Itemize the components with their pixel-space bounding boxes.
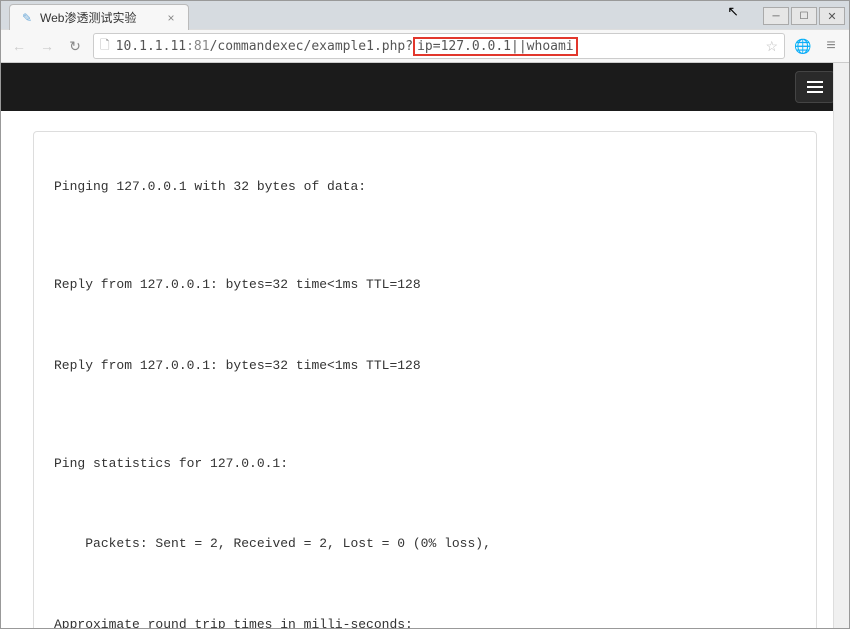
url-query-highlight: ip=127.0.0.1||whoami: [413, 37, 578, 56]
bookmark-star-icon[interactable]: ☆: [765, 38, 778, 55]
command-output: Pinging 127.0.0.1 with 32 bytes of data:…: [33, 131, 817, 628]
output-line: Reply from 127.0.0.1: bytes=32 time<1ms …: [54, 275, 796, 296]
url-qmark: ?: [405, 39, 413, 54]
url-path: /commandexec/example1.php: [210, 39, 406, 54]
cursor-icon: ↖: [727, 3, 739, 20]
output-line: Ping statistics for 127.0.0.1:: [54, 454, 796, 475]
page-content: Pinging 127.0.0.1 with 32 bytes of data:…: [1, 111, 849, 628]
url-host: 10.1.1.11: [116, 39, 186, 54]
url-text: 10.1.1.11:81/commandexec/example1.php?ip…: [116, 37, 760, 56]
page-viewport: Pinging 127.0.0.1 with 32 bytes of data:…: [1, 63, 849, 628]
close-button[interactable]: ✕: [819, 7, 845, 25]
hamburger-icon: [807, 81, 823, 93]
output-line: Reply from 127.0.0.1: bytes=32 time<1ms …: [54, 356, 796, 377]
page-header: [1, 63, 849, 111]
globe-icon[interactable]: 🌐: [793, 36, 813, 56]
vertical-scrollbar[interactable]: [833, 63, 849, 628]
pencil-icon: ✎: [20, 11, 34, 25]
browser-tab[interactable]: ✎ Web渗透测试实验 ×: [9, 4, 189, 30]
forward-button[interactable]: →: [37, 36, 57, 56]
tab-strip: ✎ Web渗透测试实验 × ↖ ─ ☐ ✕: [1, 1, 849, 29]
browser-window: ✎ Web渗透测试实验 × ↖ ─ ☐ ✕ ← → ↻ 🗋 10.1.1.11:…: [0, 0, 850, 629]
minimize-button[interactable]: ─: [763, 7, 789, 25]
browser-menu-icon[interactable]: ≡: [821, 36, 841, 56]
back-button[interactable]: ←: [9, 36, 29, 56]
output-line: Approximate round trip times in milli-se…: [54, 615, 796, 628]
page-menu-button[interactable]: [795, 71, 835, 103]
reload-button[interactable]: ↻: [65, 36, 85, 56]
page-icon: 🗋: [100, 36, 110, 57]
address-bar: ← → ↻ 🗋 10.1.1.11:81/commandexec/example…: [1, 29, 849, 63]
tab-close-icon[interactable]: ×: [164, 11, 178, 25]
url-input[interactable]: 🗋 10.1.1.11:81/commandexec/example1.php?…: [93, 33, 785, 59]
url-port: :81: [186, 39, 209, 54]
output-line: Packets: Sent = 2, Received = 2, Lost = …: [54, 534, 796, 555]
output-line: Pinging 127.0.0.1 with 32 bytes of data:: [54, 177, 796, 198]
maximize-button[interactable]: ☐: [791, 7, 817, 25]
tab-title: Web渗透测试实验: [40, 9, 158, 26]
